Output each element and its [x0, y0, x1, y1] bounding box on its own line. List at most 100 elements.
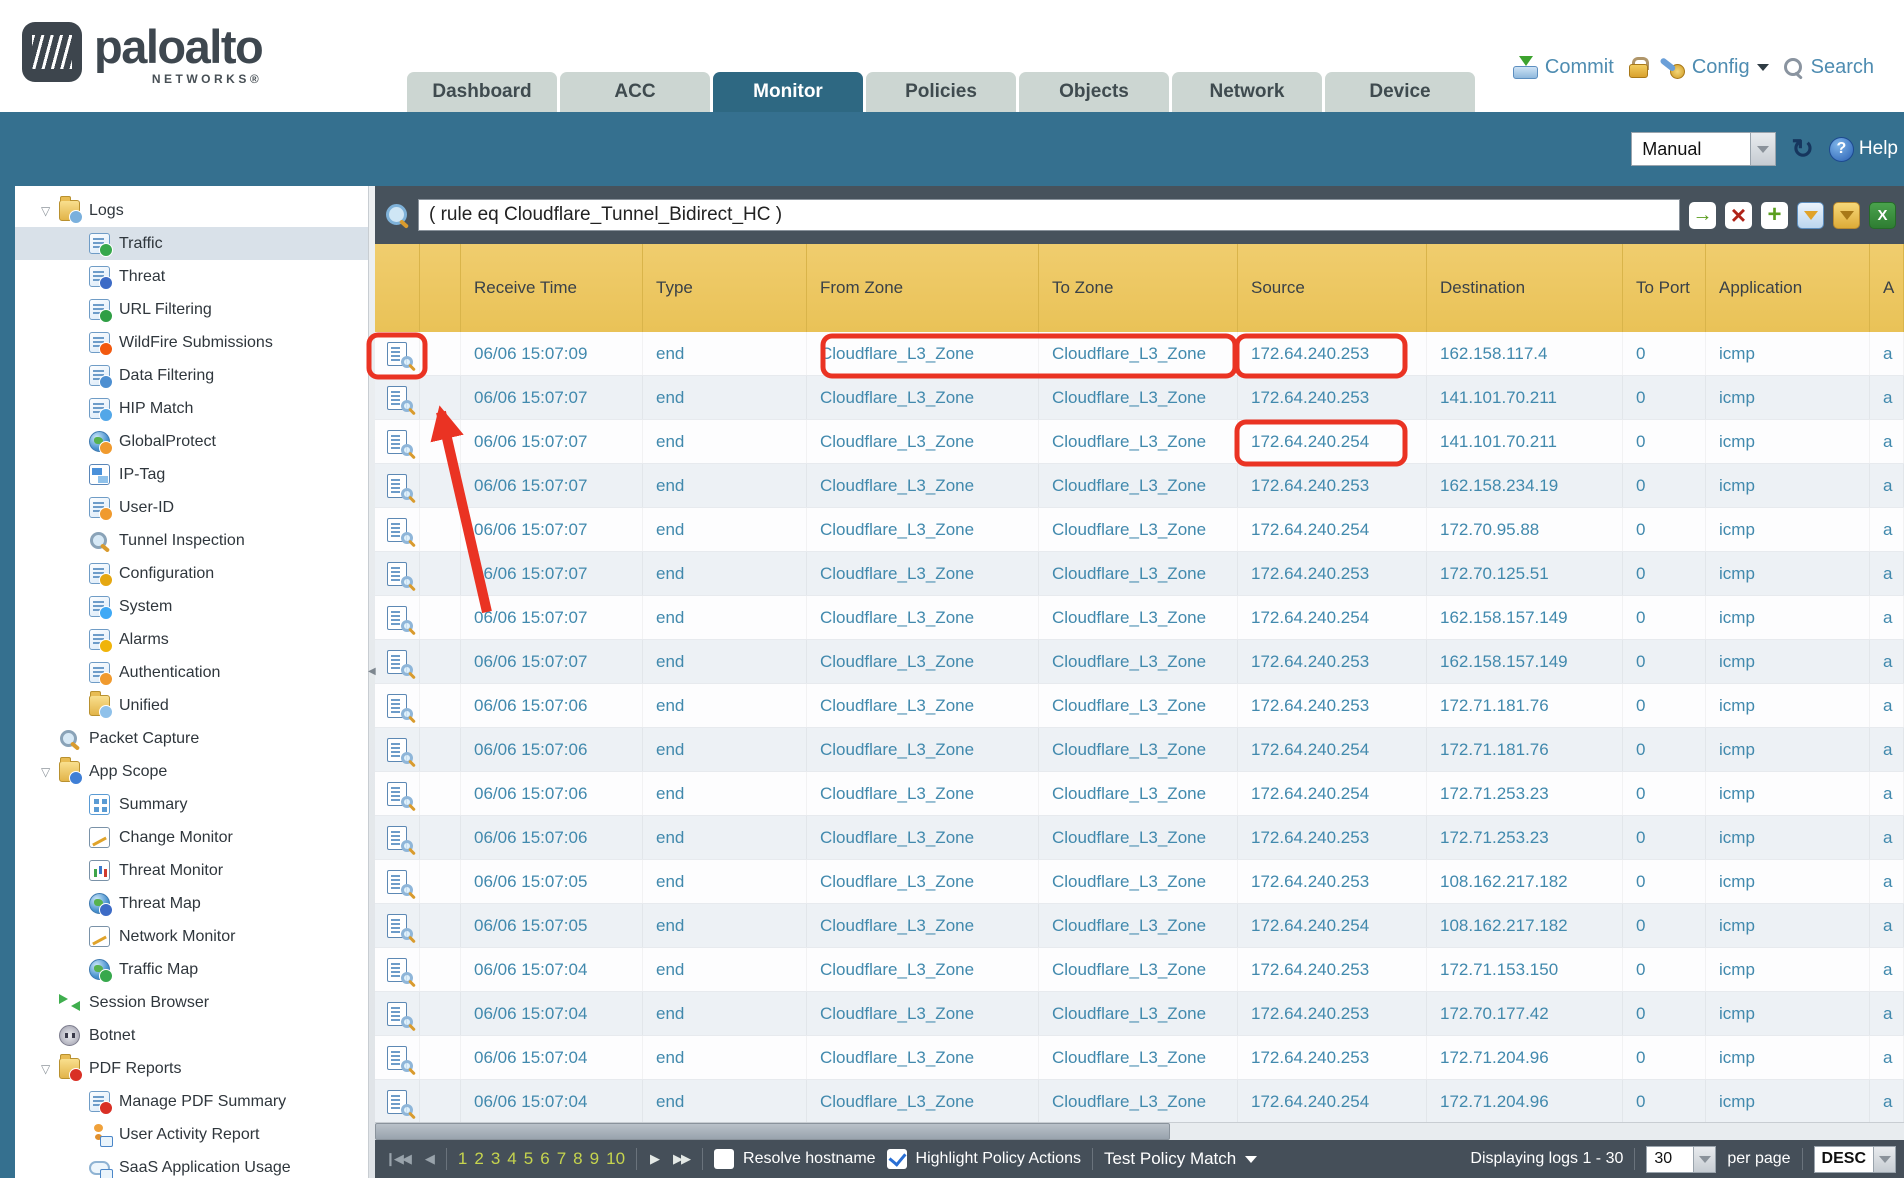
sidebar-splitter[interactable]: ◀ [368, 186, 375, 1178]
add-filter-icon[interactable] [1761, 202, 1788, 229]
sidebar-item[interactable]: ▽ Packet Capture [15, 722, 368, 755]
resolve-hostname-toggle[interactable]: Resolve hostname [714, 1149, 876, 1169]
sidebar-item[interactable]: ▽ Traffic [15, 227, 368, 260]
sidebar-item[interactable]: ▽ App Scope [15, 755, 368, 788]
column-header[interactable]: To Zone [1039, 244, 1238, 332]
filter-builder-icon[interactable] [1797, 202, 1824, 229]
sidebar-item[interactable]: ▽ Configuration [15, 557, 368, 590]
expander-icon[interactable]: ▽ [41, 204, 59, 218]
next-page-button[interactable]: ▶ [648, 1151, 660, 1167]
sidebar-item[interactable]: ▽ Logs [15, 194, 368, 227]
log-row[interactable]: 06/06 15:07:07 end Cloudflare_L3_Zone Cl… [375, 420, 1904, 464]
scrollbar-thumb[interactable] [375, 1123, 1170, 1140]
checkbox-unchecked-icon[interactable] [714, 1149, 734, 1169]
column-header[interactable]: A [1870, 244, 1904, 332]
column-header[interactable]: Receive Time [461, 244, 643, 332]
commit-button[interactable]: Commit [1513, 56, 1614, 79]
export-icon[interactable] [1869, 202, 1896, 229]
column-header[interactable]: To Port [1623, 244, 1706, 332]
commit-mode-select[interactable]: Manual [1631, 132, 1776, 166]
sidebar-item[interactable]: ▽ Session Browser [15, 986, 368, 1019]
sidebar-item[interactable]: ▽ User Activity Report [15, 1118, 368, 1151]
sort-order-select[interactable]: DESC [1814, 1146, 1896, 1173]
column-header[interactable] [420, 244, 461, 332]
log-detail-icon[interactable] [387, 342, 407, 366]
column-header[interactable]: From Zone [807, 244, 1039, 332]
page-number-button[interactable]: 6 [540, 1149, 549, 1169]
log-detail-icon[interactable] [387, 1002, 407, 1026]
main-tab[interactable]: ACC [560, 72, 710, 112]
sidebar-item[interactable]: ▽ IP-Tag [15, 458, 368, 491]
sidebar-item[interactable]: ▽ PDF Reports [15, 1052, 368, 1085]
log-row[interactable]: 06/06 15:07:07 end Cloudflare_L3_Zone Cl… [375, 596, 1904, 640]
log-row[interactable]: 06/06 15:07:04 end Cloudflare_L3_Zone Cl… [375, 992, 1904, 1036]
log-row[interactable]: 06/06 15:07:06 end Cloudflare_L3_Zone Cl… [375, 728, 1904, 772]
log-detail-icon[interactable] [387, 606, 407, 630]
sidebar-item[interactable]: ▽ Alarms [15, 623, 368, 656]
sidebar-item[interactable]: ▽ HIP Match [15, 392, 368, 425]
log-row[interactable]: 06/06 15:07:07 end Cloudflare_L3_Zone Cl… [375, 464, 1904, 508]
sidebar-item[interactable]: ▽ Traffic Map [15, 953, 368, 986]
help-button[interactable]: ? Help [1829, 137, 1898, 162]
sidebar-item[interactable]: ▽ GlobalProtect [15, 425, 368, 458]
sidebar-item[interactable]: ▽ Change Monitor [15, 821, 368, 854]
log-detail-icon[interactable] [387, 650, 407, 674]
column-header[interactable]: Source [1238, 244, 1427, 332]
log-detail-icon[interactable] [387, 430, 407, 454]
log-row[interactable]: 06/06 15:07:07 end Cloudflare_L3_Zone Cl… [375, 640, 1904, 684]
log-row[interactable]: 06/06 15:07:05 end Cloudflare_L3_Zone Cl… [375, 860, 1904, 904]
main-tab[interactable]: Dashboard [407, 72, 557, 112]
column-header[interactable]: Application [1706, 244, 1870, 332]
select-arrow-icon[interactable] [1873, 1147, 1895, 1172]
log-row[interactable]: 06/06 15:07:07 end Cloudflare_L3_Zone Cl… [375, 552, 1904, 596]
page-number-button[interactable]: 1 [458, 1149, 467, 1169]
config-button[interactable]: Config [1661, 56, 1769, 79]
log-row[interactable]: 06/06 15:07:06 end Cloudflare_L3_Zone Cl… [375, 816, 1904, 860]
log-detail-icon[interactable] [387, 386, 407, 410]
expander-icon[interactable]: ▽ [41, 1062, 59, 1076]
sidebar-item[interactable]: ▽ SaaS Application Usage [15, 1151, 368, 1178]
log-detail-icon[interactable] [387, 1046, 407, 1070]
lock-icon[interactable] [1629, 57, 1646, 78]
first-page-button[interactable]: ❙◀◀ [383, 1151, 412, 1167]
page-number-button[interactable]: 8 [573, 1149, 582, 1169]
select-arrow-icon[interactable] [1750, 133, 1775, 165]
log-detail-icon[interactable] [387, 1090, 407, 1114]
sidebar-item[interactable]: ▽ System [15, 590, 368, 623]
sidebar-item[interactable]: ▽ Threat Monitor [15, 854, 368, 887]
log-row[interactable]: 06/06 15:07:06 end Cloudflare_L3_Zone Cl… [375, 684, 1904, 728]
column-header[interactable] [375, 244, 420, 332]
main-tab[interactable]: Device [1325, 72, 1475, 112]
log-detail-icon[interactable] [387, 782, 407, 806]
page-number-button[interactable]: 7 [557, 1149, 566, 1169]
log-detail-icon[interactable] [387, 870, 407, 894]
page-number-button[interactable]: 9 [590, 1149, 599, 1169]
main-tab[interactable]: Policies [866, 72, 1016, 112]
sidebar-item[interactable]: ▽ Threat Map [15, 887, 368, 920]
column-header[interactable]: Destination [1427, 244, 1623, 332]
page-number-button[interactable]: 3 [491, 1149, 500, 1169]
sidebar-item[interactable]: ▽ Tunnel Inspection [15, 524, 368, 557]
last-page-button[interactable]: ▶▶ [671, 1151, 691, 1167]
main-tab[interactable]: Network [1172, 72, 1322, 112]
log-row[interactable]: 06/06 15:07:07 end Cloudflare_L3_Zone Cl… [375, 508, 1904, 552]
log-row[interactable]: 06/06 15:07:04 end Cloudflare_L3_Zone Cl… [375, 948, 1904, 992]
sidebar-item[interactable]: ▽ Data Filtering [15, 359, 368, 392]
log-row[interactable]: 06/06 15:07:09 end Cloudflare_L3_Zone Cl… [375, 332, 1904, 376]
prev-page-button[interactable]: ◀ [423, 1151, 435, 1167]
sidebar-item[interactable]: ▽ URL Filtering [15, 293, 368, 326]
refresh-icon[interactable]: ↻ [1791, 136, 1814, 163]
log-detail-icon[interactable] [387, 694, 407, 718]
sidebar-item[interactable]: ▽ User-ID [15, 491, 368, 524]
select-arrow-icon[interactable] [1693, 1147, 1715, 1172]
log-row[interactable]: 06/06 15:07:05 end Cloudflare_L3_Zone Cl… [375, 904, 1904, 948]
log-detail-icon[interactable] [387, 518, 407, 542]
sidebar-item[interactable]: ▽ Botnet [15, 1019, 368, 1052]
log-detail-icon[interactable] [387, 826, 407, 850]
log-row[interactable]: 06/06 15:07:06 end Cloudflare_L3_Zone Cl… [375, 772, 1904, 816]
log-detail-icon[interactable] [387, 474, 407, 498]
page-number-button[interactable]: 2 [474, 1149, 483, 1169]
page-number-button[interactable]: 10 [606, 1149, 625, 1169]
sidebar-item[interactable]: ▽ Summary [15, 788, 368, 821]
sidebar-item[interactable]: ▽ Authentication [15, 656, 368, 689]
